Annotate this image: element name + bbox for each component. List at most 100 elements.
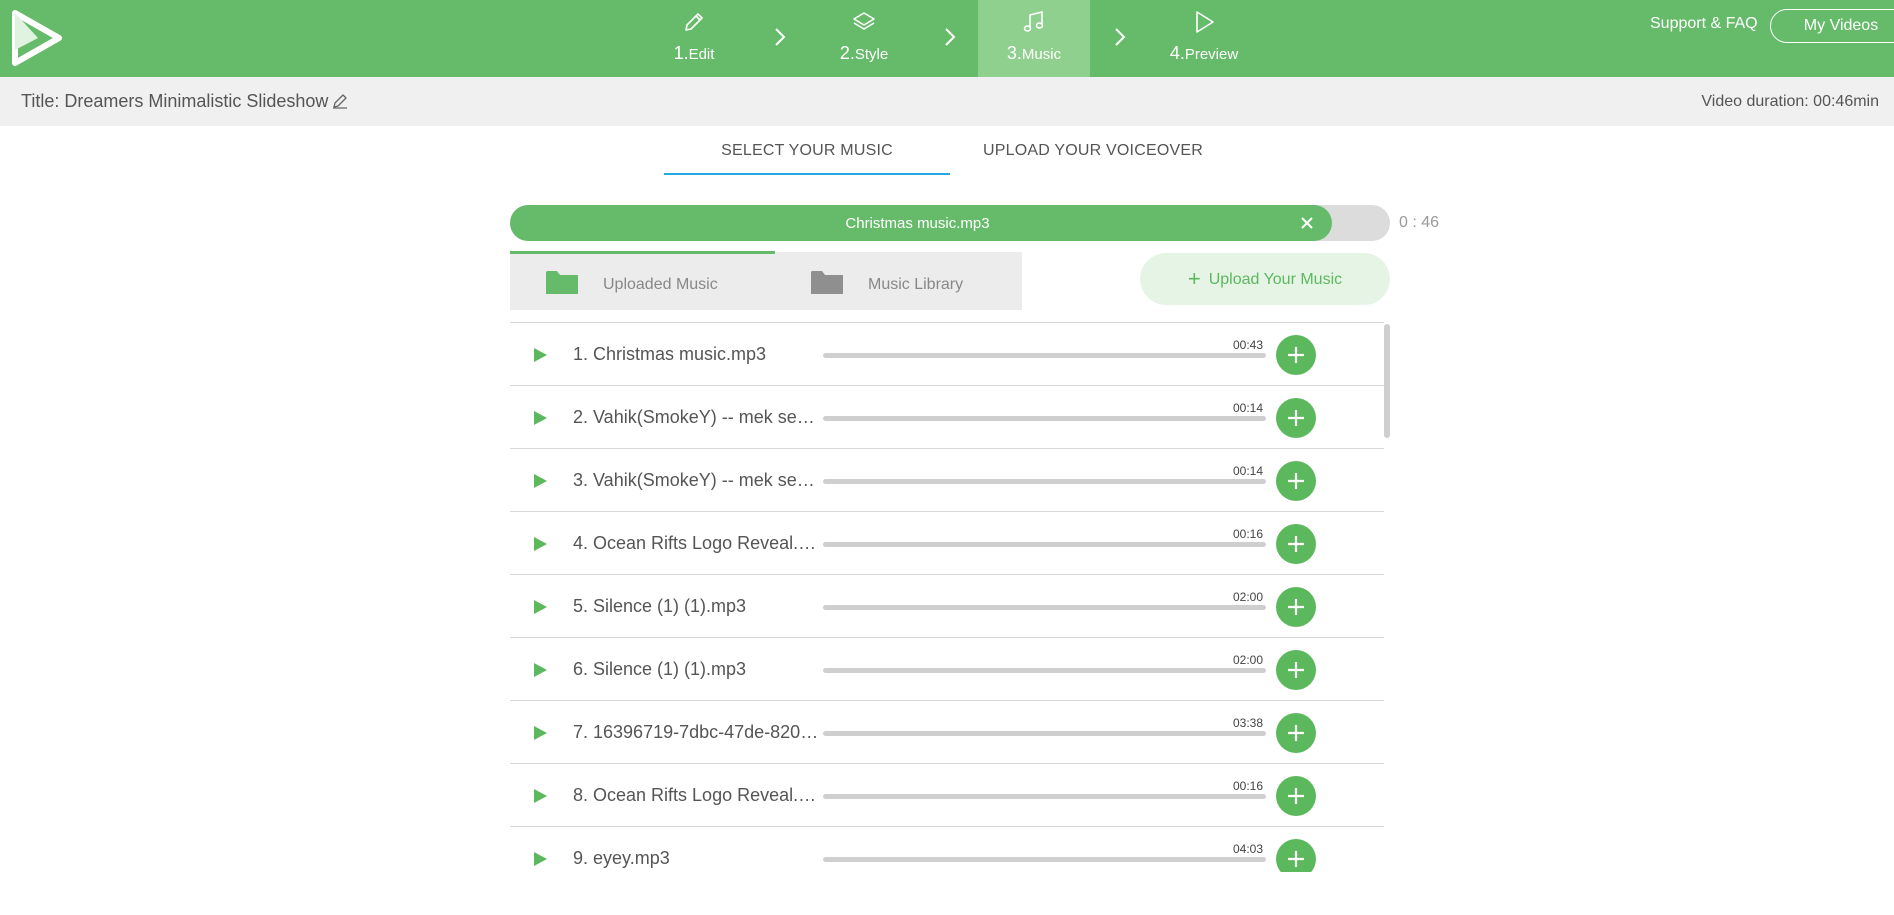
plus-icon <box>1288 851 1304 867</box>
track-name: 5. Silence (1) (1).mp3 <box>573 596 747 616</box>
folder-icon <box>546 271 578 294</box>
track-row[interactable]: 1. Christmas music.mp3 00:43 <box>510 322 1384 386</box>
track-row[interactable]: 8. Ocean Rifts Logo Reveal.mp3 00:16 <box>510 763 1384 827</box>
track-row[interactable]: 7. 16396719-7dbc-47de-8200.mp3 03:38 <box>510 700 1384 764</box>
tab-upload-voiceover[interactable]: UPLOAD YOUR VOICEOVER <box>950 126 1236 173</box>
add-track-button[interactable] <box>1276 839 1316 872</box>
title-value: Dreamers Minimalistic Slideshow <box>64 91 329 111</box>
selected-music-name: Christmas music.mp3 <box>845 215 990 232</box>
folder-uploaded-music[interactable]: Uploaded Music <box>510 252 775 310</box>
track-duration: 00:43 <box>1233 338 1264 352</box>
track-progress-bar[interactable] <box>823 542 1266 547</box>
track-name: 4. Ocean Rifts Logo Reveal.mp3 <box>573 533 821 553</box>
plus-icon <box>1288 536 1304 552</box>
track-name: 8. Ocean Rifts Logo Reveal.mp3 <box>573 785 821 805</box>
track-row[interactable]: 3. Vahik(SmokeY) -- mek sexmamb.mp3 00:14 <box>510 448 1384 512</box>
play-outline-icon <box>1196 11 1214 33</box>
my-videos-button[interactable]: My Videos <box>1770 9 1894 43</box>
step-label: 4.Preview <box>1169 43 1239 63</box>
upload-music-label: Upload Your Music <box>1208 271 1343 288</box>
support-faq-link[interactable]: Support & FAQ <box>1650 15 1758 33</box>
play-icon[interactable] <box>532 599 548 615</box>
play-icon[interactable] <box>532 473 548 489</box>
video-duration: Video duration: 00:46min <box>1701 93 1879 110</box>
track-progress-bar[interactable] <box>823 794 1266 799</box>
play-icon[interactable] <box>532 536 548 552</box>
track-progress-bar[interactable] <box>823 479 1266 484</box>
track-row[interactable]: 5. Silence (1) (1).mp3 02:00 <box>510 574 1384 638</box>
folder-label: Uploaded Music <box>603 276 718 293</box>
track-duration: 00:14 <box>1233 401 1264 415</box>
folder-music-library[interactable]: Music Library <box>775 252 1040 310</box>
chevron-right-icon <box>1115 28 1126 46</box>
track-name: 3. Vahik(SmokeY) -- mek sexmamb.mp3 <box>573 470 821 490</box>
track-progress-bar[interactable] <box>823 605 1266 610</box>
track-progress-bar[interactable] <box>823 668 1266 673</box>
chevron-right-icon <box>945 28 956 46</box>
folder-icon <box>811 271 843 294</box>
track-progress-bar[interactable] <box>823 857 1266 862</box>
play-icon[interactable] <box>532 788 548 804</box>
plus-icon: + <box>1187 266 1201 291</box>
track-row[interactable]: 2. Vahik(SmokeY) -- mek sexmamb.mp3 00:14 <box>510 385 1384 449</box>
plus-icon <box>1288 473 1304 489</box>
play-icon[interactable] <box>532 347 548 363</box>
scrollbar-thumb[interactable] <box>1384 324 1390 438</box>
app-logo-icon[interactable] <box>12 10 62 66</box>
step-music[interactable]: 3.Music <box>978 0 1090 77</box>
add-track-button[interactable] <box>1276 587 1316 627</box>
track-duration: 03:38 <box>1233 716 1264 730</box>
step-style[interactable]: 2.Style <box>808 0 920 77</box>
add-track-button[interactable] <box>1276 398 1316 438</box>
plus-icon <box>1288 599 1304 615</box>
track-duration: 02:00 <box>1233 653 1264 667</box>
play-icon[interactable] <box>532 725 548 741</box>
track-list: 1. Christmas music.mp3 00:43 2. Vahik(Smok… <box>510 322 1384 872</box>
track-name: 9. eyey.mp3 <box>573 848 670 868</box>
title-bar: Title: Dreamers Minimalistic Slideshow V… <box>0 77 1894 126</box>
add-track-button[interactable] <box>1276 524 1316 564</box>
tab-select-music[interactable]: SELECT YOUR MUSIC <box>664 126 950 175</box>
edit-title-icon[interactable] <box>331 92 349 110</box>
add-track-button[interactable] <box>1276 461 1316 501</box>
track-duration: 00:16 <box>1233 527 1264 541</box>
layers-icon <box>853 12 875 30</box>
close-icon[interactable] <box>1297 213 1317 233</box>
track-row[interactable]: 9. eyey.mp3 04:03 <box>510 826 1384 872</box>
folder-label: Music Library <box>868 276 964 293</box>
plus-icon <box>1288 725 1304 741</box>
track-duration: 00:14 <box>1233 464 1264 478</box>
upload-music-button[interactable]: + Upload Your Music <box>1140 253 1390 305</box>
add-track-button[interactable] <box>1276 335 1316 375</box>
plus-icon <box>1288 788 1304 804</box>
track-progress-bar[interactable] <box>823 353 1266 358</box>
track-progress-bar[interactable] <box>823 416 1266 421</box>
add-track-button[interactable] <box>1276 776 1316 816</box>
step-label: 3.Music <box>1006 43 1062 63</box>
track-row[interactable]: 4. Ocean Rifts Logo Reveal.mp3 00:16 <box>510 511 1384 575</box>
track-progress-bar[interactable] <box>823 731 1266 736</box>
step-preview[interactable]: 4.Preview <box>1148 0 1260 77</box>
pencil-icon <box>685 13 703 31</box>
music-note-icon <box>1023 10 1044 32</box>
track-duration: 02:00 <box>1233 590 1264 604</box>
play-icon[interactable] <box>532 662 548 678</box>
track-row[interactable]: 6. Silence (1) (1).mp3 02:00 <box>510 637 1384 701</box>
play-icon[interactable] <box>532 851 548 867</box>
selected-music-time: 0 : 46 <box>1399 214 1440 231</box>
title-prefix: Title: <box>21 91 60 111</box>
selected-music-bar: Christmas music.mp3 <box>510 205 1390 241</box>
track-name: 2. Vahik(SmokeY) -- mek sexmamb.mp3 <box>573 407 821 427</box>
play-icon[interactable] <box>532 410 548 426</box>
step-edit[interactable]: 1.Edit <box>638 0 750 77</box>
add-track-button[interactable] <box>1276 650 1316 690</box>
selected-music-fill: Christmas music.mp3 <box>510 205 1332 241</box>
plus-icon <box>1288 410 1304 426</box>
plus-icon <box>1288 662 1304 678</box>
top-navigation-bar: 1.Edit 2.Style 3.Music 4.Preview Support… <box>0 0 1894 77</box>
chevron-right-icon <box>775 28 786 46</box>
video-title: Title: Dreamers Minimalistic Slideshow <box>21 91 328 112</box>
add-track-button[interactable] <box>1276 713 1316 753</box>
track-name: 1. Christmas music.mp3 <box>573 344 767 364</box>
step-label: 1.Edit <box>673 43 715 63</box>
